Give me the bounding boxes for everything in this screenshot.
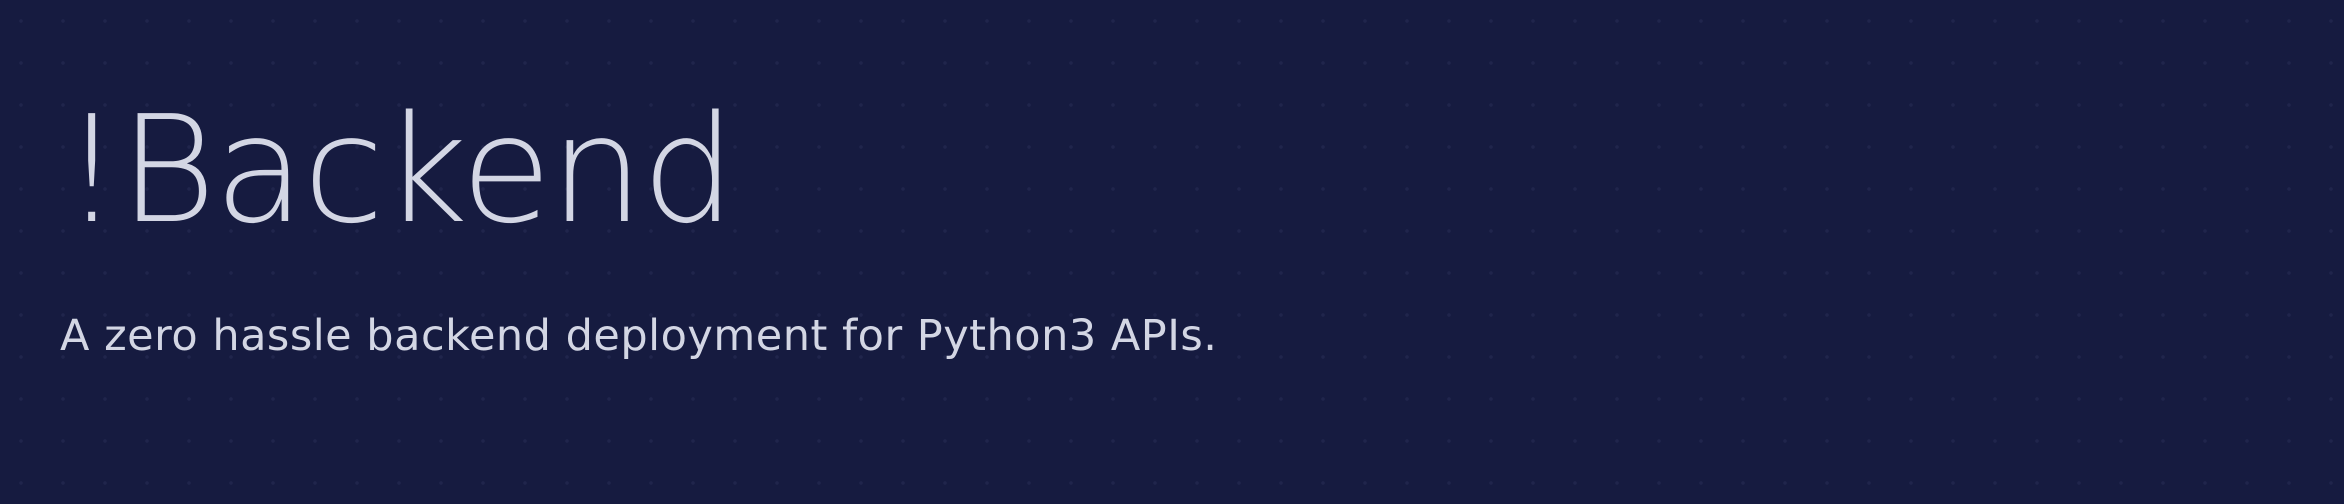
hero-banner: !Backend A zero hassle backend deploymen… [60,0,2260,504]
tagline: A zero hassle backend deployment for Pyt… [60,311,1218,361]
page-title: !Backend [62,84,736,256]
